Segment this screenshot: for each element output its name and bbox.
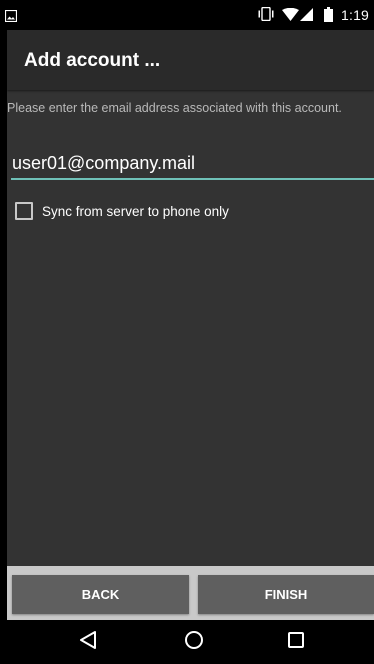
sync-option[interactable]: Sync from server to phone only — [15, 202, 229, 220]
system-nav-bar — [0, 620, 374, 664]
recents-square-icon — [287, 631, 305, 654]
sync-checkbox[interactable] — [15, 202, 33, 220]
home-circle-icon — [184, 630, 204, 655]
button-bar: BACK FINISH — [7, 566, 374, 620]
signal-icon — [300, 8, 313, 26]
battery-icon — [324, 7, 333, 27]
add-account-screen: Add account ... Please enter the email a… — [7, 30, 374, 620]
nav-recents-button[interactable] — [266, 620, 326, 664]
email-instructions: Please enter the email address associate… — [7, 101, 342, 115]
status-bar: 1:19 — [0, 0, 374, 30]
action-bar: Add account ... — [7, 30, 374, 90]
wifi-icon — [282, 7, 299, 26]
sync-checkbox-label[interactable]: Sync from server to phone only — [42, 204, 229, 219]
email-field[interactable] — [11, 148, 374, 180]
back-triangle-icon — [79, 630, 97, 655]
status-clock: 1:19 — [341, 7, 370, 23]
back-button[interactable]: BACK — [12, 575, 189, 614]
nav-back-button[interactable] — [58, 620, 118, 664]
finish-button[interactable]: FINISH — [198, 575, 374, 614]
nav-home-button[interactable] — [164, 620, 224, 664]
vibrate-icon — [257, 6, 275, 26]
gallery-notification-icon — [4, 9, 18, 27]
page-title: Add account ... — [24, 50, 161, 71]
